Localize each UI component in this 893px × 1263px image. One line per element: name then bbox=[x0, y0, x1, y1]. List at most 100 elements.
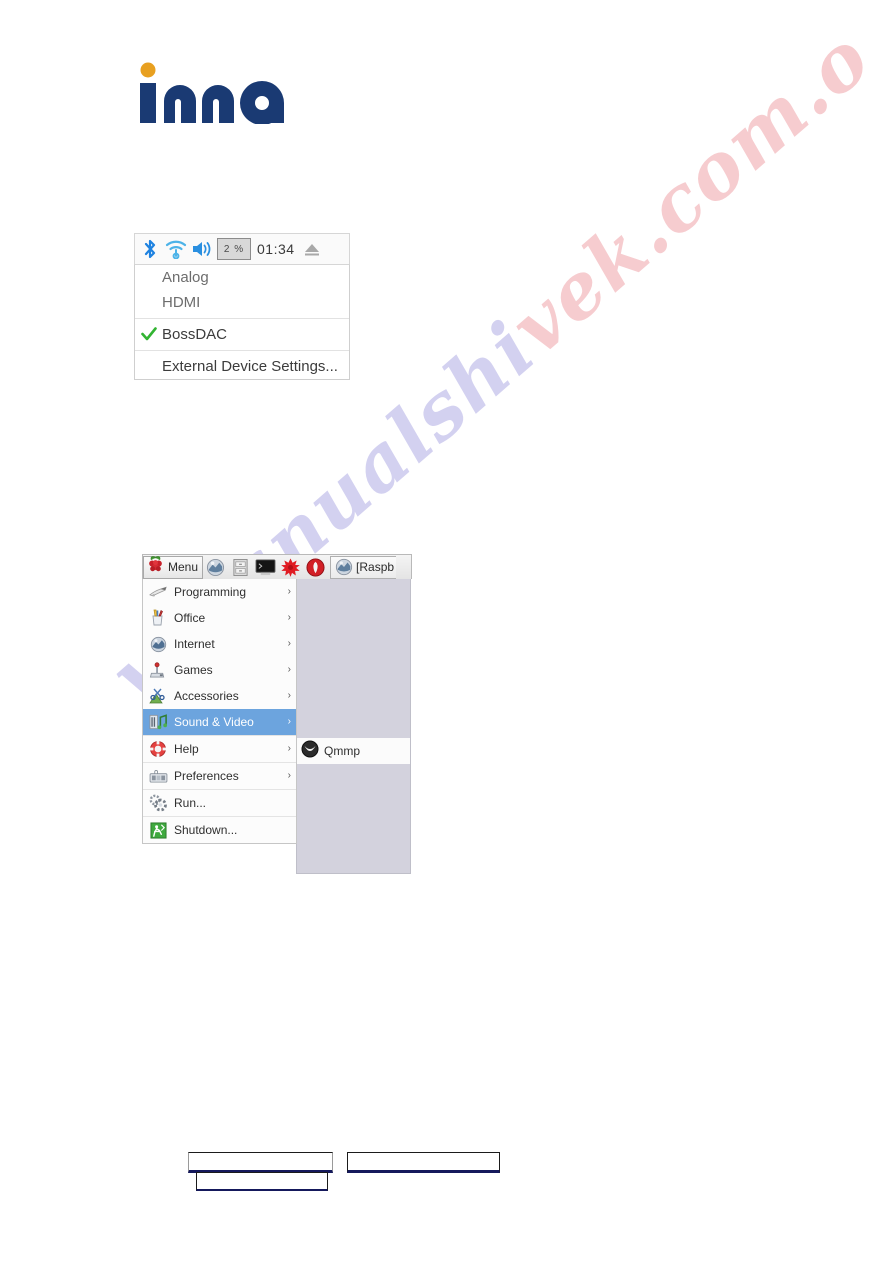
games-icon bbox=[147, 660, 169, 680]
bluetooth-icon-svg bbox=[144, 239, 156, 259]
programming-icon bbox=[147, 582, 169, 602]
file-manager-icon[interactable] bbox=[228, 556, 253, 579]
watermark-text-part-2: vek.com.o bbox=[493, 12, 888, 372]
wolfram-icon-svg bbox=[306, 557, 325, 577]
help-icon bbox=[147, 739, 169, 759]
preferences-icon bbox=[147, 766, 169, 786]
sound-video-icon bbox=[147, 712, 169, 732]
web-browser-icon-svg bbox=[335, 558, 352, 576]
menu-item-label: Programming bbox=[174, 585, 247, 599]
office-icon-svg bbox=[152, 609, 163, 626]
volume-icon-svg bbox=[193, 242, 211, 256]
sound-video-submenu: Qmmp bbox=[296, 579, 411, 874]
menu-button-label: Menu bbox=[168, 560, 199, 574]
audio-device-menu: Analog HDMI BossDAC External Device Sett… bbox=[134, 264, 350, 380]
volume-icon[interactable] bbox=[189, 235, 215, 264]
audio-menu-separator bbox=[135, 350, 349, 351]
audio-menu-item-hdmi[interactable]: HDMI bbox=[135, 290, 349, 315]
menu-item-run[interactable]: Run... bbox=[143, 790, 296, 816]
menu-button[interactable]: Menu bbox=[143, 555, 204, 579]
chevron-right-icon: › bbox=[287, 743, 291, 754]
mathematica-icon-svg bbox=[281, 557, 300, 577]
logo-letter-n1 bbox=[164, 85, 196, 123]
menu-item-help[interactable]: Help › bbox=[143, 736, 296, 762]
chevron-right-icon: › bbox=[287, 716, 291, 727]
menu-item-office[interactable]: Office › bbox=[143, 605, 296, 631]
chevron-right-icon: › bbox=[287, 690, 291, 701]
menu-item-label: Preferences bbox=[174, 769, 239, 783]
bluetooth-icon[interactable] bbox=[137, 235, 163, 264]
help-icon-svg bbox=[150, 741, 166, 757]
audio-menu-item-label: Analog bbox=[162, 269, 209, 286]
menu-item-label: Accessories bbox=[174, 689, 239, 703]
menu-body: Programming › Office › Internet › Games … bbox=[142, 579, 412, 874]
audio-menu-item-label: BossDAC bbox=[162, 326, 228, 343]
terminal-icon-svg bbox=[255, 558, 276, 575]
file-manager-icon-svg bbox=[233, 558, 248, 576]
taskbar-window-button-raspb[interactable]: [Raspb bbox=[330, 555, 397, 579]
submenu-item-label: Qmmp bbox=[324, 744, 360, 758]
accessories-icon bbox=[147, 686, 169, 706]
logo-letter-o-tail bbox=[269, 103, 284, 123]
wifi-icon[interactable] bbox=[163, 235, 189, 264]
audio-menu-item-label: HDMI bbox=[162, 294, 201, 311]
mathematica-icon[interactable] bbox=[278, 556, 303, 579]
menu-item-accessories[interactable]: Accessories › bbox=[143, 683, 296, 709]
chevron-right-icon: › bbox=[287, 664, 291, 675]
menu-item-label: Run... bbox=[174, 796, 207, 810]
web-browser-icon[interactable] bbox=[203, 556, 228, 579]
clock[interactable]: 01:34 bbox=[253, 241, 299, 257]
wolfram-icon[interactable] bbox=[303, 556, 328, 579]
audio-menu-item-bossdac[interactable]: BossDAC bbox=[135, 322, 349, 347]
menu-item-sound-and-video[interactable]: Sound & Video › bbox=[143, 709, 296, 735]
taskbar-window-button-label: [Raspb bbox=[356, 560, 395, 574]
application-menu: Programming › Office › Internet › Games … bbox=[142, 579, 297, 844]
audio-menu-separator bbox=[135, 318, 349, 319]
menu-item-internet[interactable]: Internet › bbox=[143, 631, 296, 657]
menu-item-label: Office bbox=[174, 611, 206, 625]
run-icon-svg bbox=[149, 794, 167, 812]
menu-item-shutdown[interactable]: Shutdown... bbox=[143, 817, 296, 843]
logo-dot bbox=[140, 62, 156, 78]
menu-item-preferences[interactable]: Preferences › bbox=[143, 763, 296, 789]
internet-icon bbox=[147, 634, 169, 654]
web-browser-icon bbox=[331, 557, 356, 578]
qmmp-icon bbox=[301, 740, 319, 763]
logo-letter-n2 bbox=[202, 85, 234, 123]
office-icon bbox=[147, 608, 169, 628]
logo-letter-i bbox=[140, 83, 156, 123]
menu-item-games[interactable]: Games › bbox=[143, 657, 296, 683]
footer-box-1[interactable] bbox=[188, 1152, 333, 1173]
shutdown-icon bbox=[147, 820, 169, 840]
menu-item-label: Games bbox=[174, 663, 213, 677]
check-icon bbox=[141, 327, 157, 341]
menu-item-label: Sound & Video bbox=[174, 715, 254, 729]
menu-item-label: Help bbox=[174, 742, 199, 756]
eject-icon[interactable] bbox=[299, 235, 325, 264]
terminal-icon[interactable] bbox=[253, 556, 278, 579]
footer-box-3[interactable] bbox=[347, 1152, 500, 1173]
chevron-right-icon: › bbox=[287, 638, 291, 649]
menu-item-programming[interactable]: Programming › bbox=[143, 579, 296, 605]
web-browser-icon-svg bbox=[206, 558, 225, 576]
raspberry-icon bbox=[146, 555, 165, 579]
programming-icon-svg bbox=[148, 586, 167, 597]
submenu-item-qmmp[interactable]: Qmmp bbox=[297, 738, 410, 764]
menu-item-label: Shutdown... bbox=[174, 823, 238, 837]
sound-video-icon-svg bbox=[149, 714, 167, 730]
eject-icon-svg bbox=[304, 244, 319, 256]
taskbar: Menu [Raspb bbox=[142, 554, 412, 579]
cpu-usage-value: 2 % bbox=[223, 243, 245, 255]
run-icon bbox=[147, 793, 169, 813]
chevron-right-icon: › bbox=[287, 612, 291, 623]
inno-logo bbox=[134, 62, 304, 125]
inno-logo-svg bbox=[140, 62, 284, 125]
audio-menu-item-label: External Device Settings... bbox=[162, 358, 338, 375]
accessories-icon-svg bbox=[149, 688, 165, 704]
system-tray-panel: 2 % 01:34 bbox=[134, 233, 350, 264]
chevron-right-icon: › bbox=[287, 586, 291, 597]
audio-menu-item-external-device-settings[interactable]: External Device Settings... bbox=[135, 354, 349, 379]
audio-menu-item-analog[interactable]: Analog bbox=[135, 265, 349, 290]
cpu-usage-indicator[interactable]: 2 % bbox=[217, 238, 251, 260]
footer-box-2[interactable] bbox=[196, 1172, 328, 1191]
